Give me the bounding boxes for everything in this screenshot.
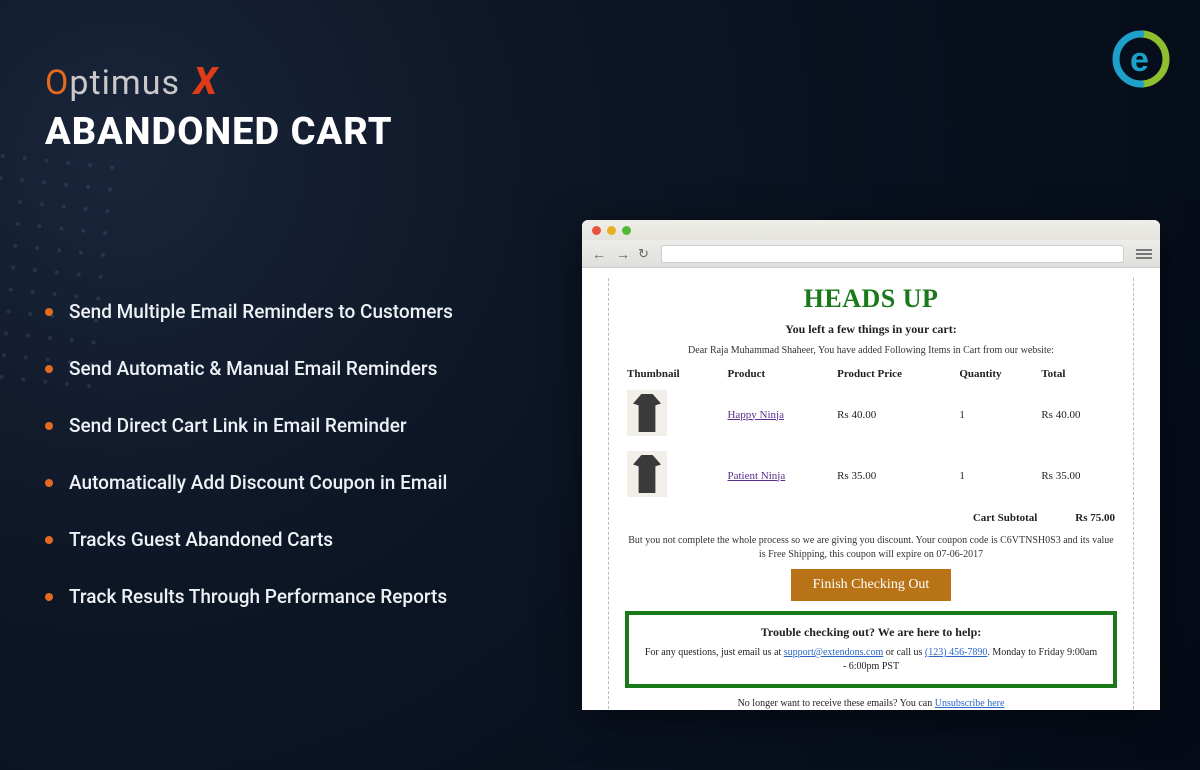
col-thumbnail: Thumbnail: [625, 364, 725, 384]
col-product: Product: [725, 364, 835, 384]
help-title: Trouble checking out? We are here to hel…: [643, 625, 1099, 640]
col-total: Total: [1039, 364, 1117, 384]
feature-text: Automatically Add Discount Coupon in Ema…: [69, 471, 447, 494]
product-qty: 1: [957, 445, 1039, 506]
bullet-icon: [45, 308, 53, 316]
feature-text: Track Results Through Performance Report…: [69, 585, 447, 608]
unsubscribe-line: No longer want to receive these emails? …: [625, 698, 1117, 709]
bullet-icon: [45, 422, 53, 430]
feature-text: Send Direct Cart Link in Email Reminder: [69, 414, 407, 437]
optimus-o: O: [45, 63, 69, 103]
unsubscribe-link[interactable]: Unsubscribe here: [935, 698, 1005, 709]
reload-button[interactable]: ↻: [638, 246, 649, 262]
coupon-text: But you not complete the whole process s…: [625, 534, 1117, 561]
finish-checkout-button[interactable]: Finish Checking Out: [791, 569, 952, 601]
help-text: For any questions, just email us at supp…: [643, 646, 1099, 674]
product-qty: 1: [957, 384, 1039, 445]
unsub-pre: No longer want to receive these emails? …: [738, 698, 935, 709]
cart-table: Thumbnail Product Product Price Quantity…: [625, 364, 1117, 530]
feature-text: Tracks Guest Abandoned Carts: [69, 528, 333, 551]
page-title: ABANDONED CART: [45, 110, 393, 154]
support-email-link[interactable]: support@extendons.com: [784, 647, 883, 658]
extendons-logo-icon: e: [1112, 30, 1170, 92]
close-window-icon[interactable]: [592, 226, 601, 235]
bullet-icon: [45, 593, 53, 601]
bullet-icon: [45, 536, 53, 544]
optimus-logo: Optimus X: [45, 60, 393, 104]
product-link[interactable]: Patient Ninja: [727, 470, 785, 482]
forward-button[interactable]: →: [614, 246, 632, 262]
maximize-window-icon[interactable]: [622, 226, 631, 235]
feature-item: Automatically Add Discount Coupon in Ema…: [45, 471, 515, 494]
support-phone-link[interactable]: (123) 456-7890: [925, 647, 988, 658]
subtotal-row: Cart Subtotal Rs 75.00: [625, 506, 1117, 530]
feature-item: Tracks Guest Abandoned Carts: [45, 528, 515, 551]
product-thumbnail: [627, 451, 667, 497]
table-row: Happy Ninja Rs 40.00 1 Rs 40.00: [625, 384, 1117, 445]
svg-text:e: e: [1130, 41, 1149, 79]
help-pre: For any questions, just email us at: [645, 647, 784, 658]
optimus-rest: ptimus: [69, 63, 180, 103]
feature-list: Send Multiple Email Reminders to Custome…: [45, 300, 515, 642]
feature-item: Send Direct Cart Link in Email Reminder: [45, 414, 515, 437]
feature-item: Send Automatic & Manual Email Reminders: [45, 357, 515, 380]
subtotal-label: Cart Subtotal: [625, 506, 1039, 530]
browser-mock: ← → ↻ HEADS UP You left a few things in …: [582, 220, 1160, 710]
product-link[interactable]: Happy Ninja: [727, 409, 784, 421]
logo-block: Optimus X ABANDONED CART: [45, 60, 393, 154]
email-preview: HEADS UP You left a few things in your c…: [582, 268, 1160, 710]
menu-icon[interactable]: [1136, 249, 1152, 259]
help-mid: or call us: [883, 647, 925, 658]
table-row: Patient Ninja Rs 35.00 1 Rs 35.00: [625, 445, 1117, 506]
back-button[interactable]: ←: [590, 246, 608, 262]
feature-text: Send Multiple Email Reminders to Custome…: [69, 300, 453, 323]
bullet-icon: [45, 365, 53, 373]
col-qty: Quantity: [957, 364, 1039, 384]
product-price: Rs 35.00: [835, 445, 957, 506]
email-subheading: You left a few things in your cart:: [625, 322, 1117, 337]
product-total: Rs 40.00: [1039, 384, 1117, 445]
optimus-x: X: [193, 60, 217, 104]
product-thumbnail: [627, 390, 667, 436]
window-titlebar: [582, 220, 1160, 240]
feature-text: Send Automatic & Manual Email Reminders: [69, 357, 437, 380]
bullet-icon: [45, 479, 53, 487]
product-total: Rs 35.00: [1039, 445, 1117, 506]
help-box: Trouble checking out? We are here to hel…: [625, 611, 1117, 688]
product-price: Rs 40.00: [835, 384, 957, 445]
feature-item: Send Multiple Email Reminders to Custome…: [45, 300, 515, 323]
email-heading: HEADS UP: [625, 284, 1117, 314]
subtotal-value: Rs 75.00: [1039, 506, 1117, 530]
email-greeting: Dear Raja Muhammad Shaheer, You have add…: [625, 345, 1117, 356]
col-price: Product Price: [835, 364, 957, 384]
browser-toolbar: ← → ↻: [582, 240, 1160, 268]
minimize-window-icon[interactable]: [607, 226, 616, 235]
url-bar[interactable]: [661, 245, 1124, 263]
feature-item: Track Results Through Performance Report…: [45, 585, 515, 608]
